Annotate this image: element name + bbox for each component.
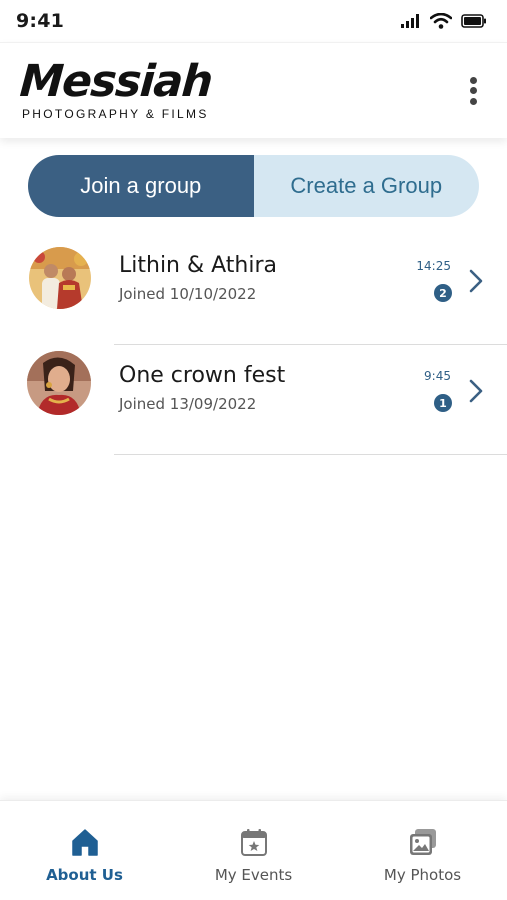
- group-list-item[interactable]: Lithin & Athira Joined 10/10/2022 14:25 …: [0, 235, 507, 345]
- calendar-icon: [240, 829, 267, 856]
- tab-create-label: Create a Group: [290, 173, 443, 198]
- more-options-button[interactable]: [463, 73, 483, 109]
- status-bar: 9:41: [0, 0, 507, 42]
- unread-badge: 1: [434, 394, 452, 412]
- group-tabs: Join a group Create a Group: [28, 155, 479, 217]
- group-joined-date: Joined 10/10/2022: [119, 285, 257, 303]
- tab-join-label: Join a group: [80, 173, 202, 198]
- nav-my-events[interactable]: My Events: [169, 801, 338, 900]
- group-list-item[interactable]: One crown fest Joined 13/09/2022 9:45 1: [0, 345, 507, 455]
- nav-label: My Photos: [383, 866, 462, 884]
- tab-create-group[interactable]: Create a Group: [253, 155, 479, 217]
- nav-my-photos[interactable]: My Photos: [338, 801, 507, 900]
- chevron-right-icon: [469, 269, 483, 293]
- logo-title: Messiah: [18, 56, 214, 107]
- battery-icon: [461, 14, 486, 28]
- bottom-navigation: About Us My Events My Photos: [0, 800, 507, 900]
- home-icon: [71, 829, 98, 856]
- list-divider: [114, 454, 507, 455]
- status-icons: [401, 13, 487, 29]
- wifi-icon: [430, 13, 452, 29]
- unread-badge: 2: [434, 284, 452, 302]
- group-list: Lithin & Athira Joined 10/10/2022 14:25 …: [0, 235, 507, 455]
- signal-icon: [401, 14, 419, 28]
- tab-join-group[interactable]: Join a group: [28, 155, 254, 217]
- app-header: Messiah PHOTOGRAPHY & FILMS: [0, 42, 507, 138]
- group-joined-date: Joined 13/09/2022: [119, 395, 257, 413]
- group-avatar: [27, 351, 91, 415]
- group-last-time: 14:25: [416, 259, 451, 273]
- brand-logo: Messiah PHOTOGRAPHY & FILMS: [18, 56, 214, 121]
- status-time: 9:41: [16, 10, 65, 32]
- nav-label: My Events: [214, 866, 293, 884]
- nav-label: About Us: [46, 866, 123, 884]
- group-name: One crown fest: [119, 363, 286, 388]
- more-vertical-icon: [469, 76, 477, 84]
- nav-about-us[interactable]: About Us: [0, 801, 169, 900]
- group-name: Lithin & Athira: [119, 253, 278, 278]
- photos-icon: [409, 829, 436, 855]
- chevron-right-icon: [469, 379, 483, 403]
- group-avatar: [29, 247, 91, 309]
- group-last-time: 9:45: [424, 369, 451, 383]
- logo-subtitle: PHOTOGRAPHY & FILMS: [22, 107, 209, 121]
